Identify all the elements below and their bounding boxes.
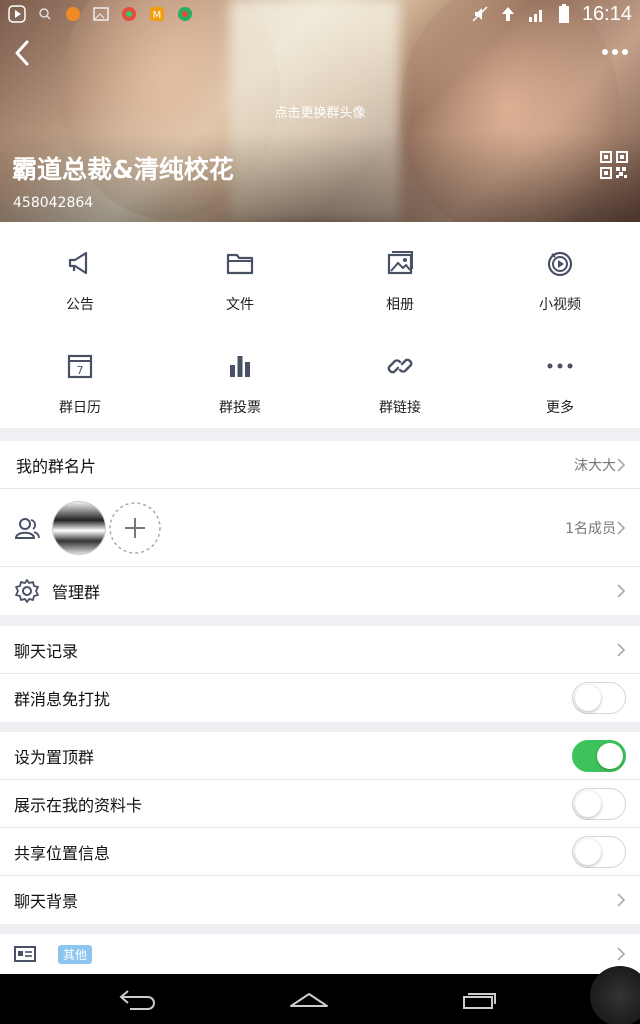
grid-label: 相册	[386, 297, 414, 313]
change-avatar-link[interactable]: 点击更换群头像	[0, 102, 640, 121]
pin-group-row: 设为置顶群	[0, 732, 640, 780]
chevron-right-icon	[617, 893, 626, 907]
toggle-knob	[597, 742, 623, 769]
members-row[interactable]: 1名成员	[0, 489, 640, 567]
grid-item-video[interactable]: 小视频	[480, 222, 640, 325]
back-nav-icon[interactable]	[118, 988, 158, 1010]
show-profile-label: 展示在我的资料卡	[14, 795, 143, 815]
grid-item-calendar[interactable]: 7 群日历	[0, 325, 160, 428]
grid-label: 群链接	[379, 400, 421, 416]
squirrel-app-icon	[66, 7, 80, 21]
group-id: 458042864	[13, 195, 94, 211]
toggle-knob	[575, 838, 601, 865]
status-bar: M 16:14	[0, 0, 640, 28]
chat-section: 聊天记录 群消息免打扰	[0, 626, 640, 722]
floating-assistant-button[interactable]	[590, 966, 640, 1024]
grid-item-announcement[interactable]: 公告	[0, 222, 160, 325]
settings-section: 设为置顶群 展示在我的资料卡 共享位置信息 聊天背景	[0, 732, 640, 924]
my-group-card-row[interactable]: 我的群名片 沫大大	[0, 441, 640, 489]
calendar-icon: 7	[67, 354, 93, 379]
add-member-icon[interactable]	[108, 501, 162, 555]
manage-group-label: 管理群	[52, 583, 101, 602]
vote-chart-icon	[230, 356, 250, 377]
link-icon	[387, 358, 413, 374]
status-right: 16:14	[472, 3, 632, 26]
recents-nav-icon[interactable]	[460, 988, 500, 1010]
megaphone-icon	[68, 251, 88, 275]
mute-row: 群消息免打扰	[0, 674, 640, 722]
group-header: M 16:14 点击更换群头像 霸道总裁&清纯校花 458042864	[0, 0, 640, 222]
pin-group-label: 设为置顶群	[14, 747, 95, 767]
game-app-icon	[178, 7, 192, 21]
chat-background-label: 聊天背景	[14, 892, 79, 911]
show-profile-toggle[interactable]	[572, 787, 626, 820]
grid-label: 群日历	[59, 400, 101, 416]
folder-icon	[226, 253, 254, 275]
system-nav-bar	[0, 966, 640, 1024]
my-group-card-value: 沫大大	[574, 457, 616, 474]
home-nav-icon[interactable]	[288, 988, 330, 1010]
video-icon	[547, 251, 573, 277]
grid-label: 小视频	[539, 297, 581, 313]
chevron-right-icon	[617, 947, 626, 961]
members-icon	[14, 517, 40, 539]
search-icon	[39, 8, 51, 20]
svg-text:7: 7	[77, 364, 84, 377]
grid-item-album[interactable]: 相册	[320, 222, 480, 325]
mute-label: 群消息免打扰	[14, 690, 111, 709]
browser-app-icon	[122, 7, 136, 21]
group-info-section: 我的群名片 沫大大 1名成员 管理群	[0, 441, 640, 615]
chat-background-row[interactable]: 聊天背景	[0, 876, 640, 924]
my-group-card-label: 我的群名片	[16, 456, 97, 476]
grid-item-files[interactable]: 文件	[160, 222, 320, 325]
chevron-right-icon	[617, 520, 626, 535]
chevron-right-icon	[617, 642, 626, 657]
grid-item-link[interactable]: 群链接	[320, 325, 480, 428]
group-name: 霸道总裁&清纯校花	[12, 155, 234, 184]
share-location-row: 共享位置信息	[0, 828, 640, 876]
grid-label: 更多	[546, 400, 574, 416]
svg-text:M: M	[153, 10, 162, 21]
chevron-right-icon	[617, 457, 626, 472]
grid-label: 文件	[226, 297, 254, 313]
m-app-icon: M	[150, 7, 164, 21]
chat-history-label: 聊天记录	[14, 641, 79, 661]
data-transfer-icon	[501, 7, 514, 21]
other-tag: 其他	[58, 944, 93, 964]
share-location-toggle[interactable]	[572, 835, 626, 868]
grid-item-more[interactable]: 更多	[480, 325, 640, 428]
status-time: 16:14	[581, 2, 632, 25]
mute-icon	[472, 6, 488, 22]
show-profile-row: 展示在我的资料卡	[0, 780, 640, 828]
other-row[interactable]: 其他	[0, 934, 640, 974]
back-arrow-icon[interactable]	[8, 38, 38, 68]
qr-code-icon[interactable]	[600, 151, 628, 179]
manage-group-row[interactable]: 管理群	[0, 567, 640, 615]
more-options-icon[interactable]	[600, 40, 630, 64]
gear-icon	[15, 579, 39, 603]
other-section: 其他	[0, 934, 640, 974]
feature-grid: 公告 文件 相册 小视频 7 群日历 群投票 群链接 更多	[0, 222, 640, 428]
album-icon	[387, 251, 413, 275]
member-avatar[interactable]	[52, 500, 106, 555]
grid-label: 公告	[66, 297, 94, 313]
signal-icon	[528, 10, 542, 22]
grid-label: 群投票	[219, 400, 261, 416]
pin-group-toggle[interactable]	[572, 739, 626, 772]
chevron-right-icon	[617, 584, 626, 598]
gallery-icon	[93, 7, 109, 21]
toggle-knob	[575, 790, 601, 817]
share-location-label: 共享位置信息	[14, 843, 111, 863]
id-card-icon	[14, 946, 36, 962]
mute-toggle[interactable]	[572, 682, 626, 714]
battery-icon	[558, 4, 569, 23]
chat-history-row[interactable]: 聊天记录	[0, 626, 640, 674]
toggle-knob	[575, 685, 601, 711]
notification-icons: M	[8, 5, 194, 23]
more-dots-icon	[547, 363, 573, 369]
play-store-icon	[8, 5, 26, 23]
member-count: 1名成员	[565, 520, 616, 537]
grid-item-vote[interactable]: 群投票	[160, 325, 320, 428]
